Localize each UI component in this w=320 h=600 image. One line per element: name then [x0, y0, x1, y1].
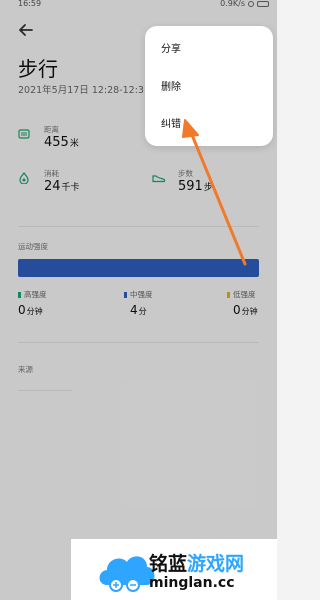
menu-item-correct[interactable]: 纠错 — [161, 115, 181, 130]
watermark: 铭蓝游戏网 minglan.cc — [71, 539, 277, 600]
watermark-brand: 铭蓝游戏网 — [149, 553, 245, 575]
watermark-domain: minglan.cc — [149, 575, 235, 591]
overflow-menu: 分享 删除 纠错 — [145, 26, 273, 146]
menu-item-share[interactable]: 分享 — [161, 40, 181, 55]
menu-item-delete[interactable]: 删除 — [161, 78, 181, 93]
